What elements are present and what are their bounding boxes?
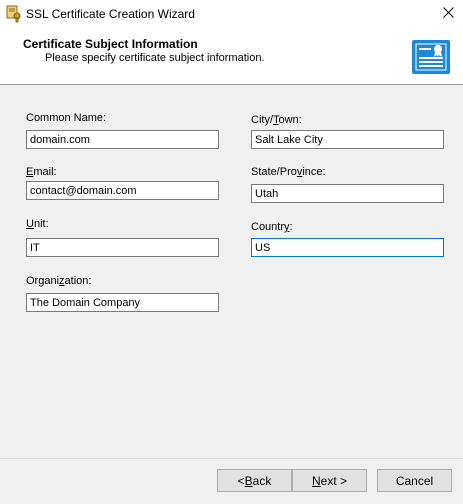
- city-input[interactable]: [251, 130, 444, 149]
- country-input[interactable]: [251, 238, 444, 257]
- organization-label-prefix: Organi: [26, 275, 60, 287]
- wizard-window: SSL Certificate Creation Wizard Certific…: [0, 0, 463, 504]
- email-label: Email:: [26, 166, 57, 178]
- wizard-header: Certificate Subject Information Please s…: [0, 28, 463, 85]
- back-label-prefix: <: [237, 473, 245, 488]
- email-input[interactable]: [26, 181, 219, 200]
- title-bar: SSL Certificate Creation Wizard: [0, 0, 463, 28]
- unit-label: Unit:: [26, 218, 49, 230]
- common-name-input[interactable]: [26, 130, 219, 149]
- back-label-accel: B: [244, 473, 253, 488]
- organization-label: Organization:: [26, 275, 91, 287]
- city-label-prefix: City/: [251, 114, 273, 126]
- country-label-prefix: Countr: [251, 221, 285, 233]
- back-label-rest: ack: [252, 473, 272, 488]
- state-input[interactable]: [251, 184, 444, 203]
- email-label-rest: mail:: [33, 166, 57, 178]
- unit-input[interactable]: [26, 238, 219, 257]
- header-title: Certificate Subject Information: [23, 37, 198, 51]
- next-label-accel: N: [311, 473, 321, 488]
- unit-label-rest: nit:: [33, 218, 49, 230]
- window-title: SSL Certificate Creation Wizard: [26, 7, 195, 21]
- state-label-rest: ince:: [302, 166, 326, 178]
- city-label-rest: own:: [278, 114, 302, 126]
- state-label: State/Province:: [251, 166, 326, 178]
- cancel-button[interactable]: Cancel: [377, 469, 452, 492]
- close-button[interactable]: [433, 0, 463, 28]
- country-label: Country:: [251, 221, 293, 233]
- close-icon: [442, 7, 454, 21]
- header-subtitle: Please specify certificate subject infor…: [45, 52, 265, 64]
- next-button[interactable]: Next >: [292, 469, 367, 492]
- unit-label-accel: U: [26, 218, 34, 230]
- state-label-prefix: State/Pro: [251, 166, 297, 178]
- organization-label-rest: ation:: [64, 275, 92, 287]
- organization-input[interactable]: [26, 293, 219, 312]
- certificate-keys-icon: [5, 5, 23, 23]
- next-label-rest: ext >: [320, 473, 348, 488]
- country-label-rest: :: [289, 221, 293, 233]
- city-label: City/Town:: [251, 114, 302, 126]
- common-name-label: Common Name:: [26, 112, 107, 124]
- certificate-icon: [411, 36, 451, 76]
- footer-separator: [0, 458, 463, 459]
- back-button[interactable]: < Back: [217, 469, 292, 492]
